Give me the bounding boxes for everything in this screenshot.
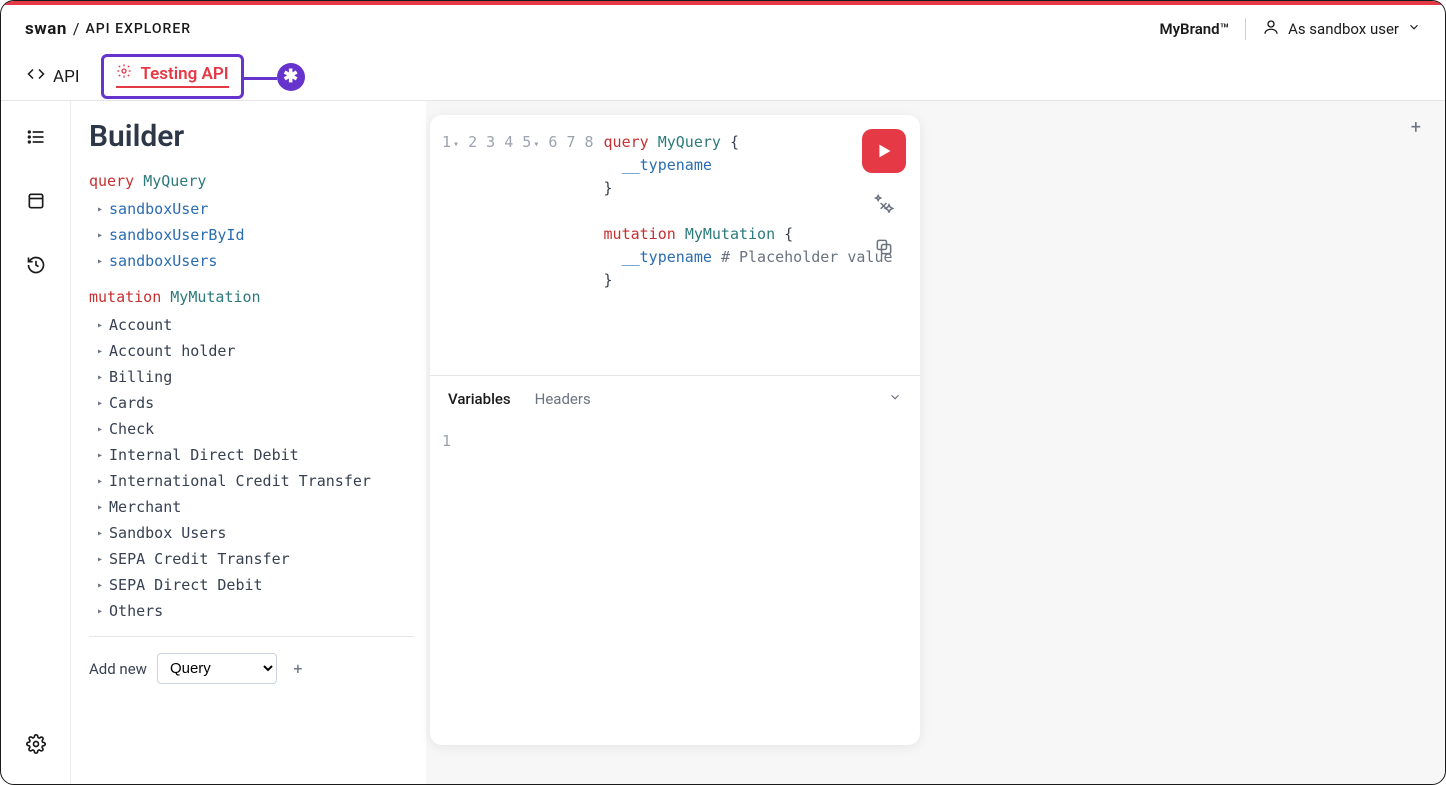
caret-icon: ▸	[97, 320, 103, 331]
user-mode-label: As sandbox user	[1288, 20, 1399, 38]
tab-testing-api[interactable]: Testing API	[116, 63, 228, 88]
query-header: query MyQuery	[89, 172, 414, 190]
app-subtitle: API EXPLORER	[85, 21, 191, 37]
mutation-group-item[interactable]: ▸ SEPA Credit Transfer	[89, 546, 414, 572]
group-name: Internal Direct Debit	[109, 446, 299, 464]
callout-marker: ✱	[277, 63, 305, 91]
variables-editor[interactable]: 1	[430, 422, 920, 745]
chevron-down-icon	[1407, 20, 1421, 38]
group-name: Check	[109, 420, 154, 438]
tab-variables[interactable]: Variables	[448, 390, 511, 408]
caret-icon: ▸	[97, 204, 103, 215]
callout-line	[241, 77, 277, 80]
vars-chevron-icon[interactable]	[888, 390, 902, 408]
tab-testing-label: Testing API	[140, 64, 228, 84]
mutation-group-item[interactable]: ▸ Others	[89, 598, 414, 624]
query-field-item[interactable]: ▸ sandboxUsers	[89, 248, 414, 274]
tab-api[interactable]: API	[23, 57, 83, 96]
canvas: + 1▾ 2 3 4 5▾ 6 7 8 query MyQuery { __ty…	[426, 101, 1445, 784]
group-name: Account	[109, 316, 172, 334]
query-name: MyQuery	[143, 172, 206, 190]
builder-panel: Builder query MyQuery ▸ sandboxUser ▸ sandb…	[71, 101, 426, 784]
add-new-label: Add new	[89, 660, 147, 678]
group-name: Billing	[109, 368, 172, 386]
copy-icon[interactable]	[870, 233, 898, 261]
caret-icon: ▸	[97, 398, 103, 409]
builder-title: Builder	[89, 119, 414, 154]
variables-header: Variables Headers	[430, 375, 920, 422]
vars-gutter: 1	[442, 432, 463, 735]
caret-icon: ▸	[97, 256, 103, 267]
group-name: Sandbox Users	[109, 524, 226, 542]
left-rail	[1, 101, 71, 784]
caret-icon: ▸	[97, 230, 103, 241]
user-icon	[1262, 18, 1280, 40]
tabs-row: API Testing API ✱	[1, 53, 1445, 101]
canvas-add-button[interactable]: +	[1411, 117, 1421, 138]
mutation-name: MyMutation	[170, 288, 260, 306]
mutation-group-item[interactable]: ▸ SEPA Direct Debit	[89, 572, 414, 598]
mutation-keyword: mutation	[89, 288, 161, 306]
add-new-plus[interactable]: +	[287, 658, 309, 680]
brand-name: MyBrand™	[1159, 20, 1229, 38]
group-name: SEPA Credit Transfer	[109, 550, 290, 568]
rail-settings-icon[interactable]	[18, 726, 54, 762]
code-icon	[27, 65, 45, 88]
tab-testing-highlight: Testing API ✱	[101, 54, 243, 99]
caret-icon: ▸	[97, 476, 103, 487]
mutation-group-item[interactable]: ▸ Check	[89, 416, 414, 442]
divider	[1245, 18, 1246, 40]
mutation-group-item[interactable]: ▸ Account	[89, 312, 414, 338]
query-field-item[interactable]: ▸ sandboxUserById	[89, 222, 414, 248]
logo-text: swan	[25, 19, 67, 39]
rail-history-icon[interactable]	[18, 247, 54, 283]
mutation-group-item[interactable]: ▸ Sandbox Users	[89, 520, 414, 546]
group-name: Others	[109, 602, 163, 620]
group-name: Cards	[109, 394, 154, 412]
mutation-group-item[interactable]: ▸ Account holder	[89, 338, 414, 364]
group-name: Merchant	[109, 498, 181, 516]
logo-separator: /	[73, 19, 80, 38]
caret-icon: ▸	[97, 580, 103, 591]
field-name: sandboxUserById	[109, 226, 244, 244]
mutation-group-item[interactable]: ▸ Billing	[89, 364, 414, 390]
caret-icon: ▸	[97, 554, 103, 565]
caret-icon: ▸	[97, 346, 103, 357]
group-name: International Credit Transfer	[109, 472, 371, 490]
logo-block: swan / API EXPLORER	[25, 19, 191, 39]
gear-icon	[116, 63, 132, 84]
query-field-item[interactable]: ▸ sandboxUser	[89, 196, 414, 222]
field-name: sandboxUsers	[109, 252, 217, 270]
field-name: sandboxUser	[109, 200, 208, 218]
rail-archive-icon[interactable]	[18, 183, 54, 219]
caret-icon: ▸	[97, 528, 103, 539]
group-name: Account holder	[109, 342, 235, 360]
code-editor[interactable]: 1▾ 2 3 4 5▾ 6 7 8 query MyQuery { __type…	[430, 115, 920, 375]
prettify-icon[interactable]	[870, 189, 898, 217]
editor-card: 1▾ 2 3 4 5▾ 6 7 8 query MyQuery { __type…	[430, 115, 920, 745]
mutation-group-item[interactable]: ▸ Merchant	[89, 494, 414, 520]
add-new-row: Add new Query +	[89, 636, 414, 700]
mutation-group-item[interactable]: ▸ International Credit Transfer	[89, 468, 414, 494]
run-button[interactable]	[862, 129, 906, 173]
code-content: query MyQuery { __typename } mutation My…	[604, 131, 893, 359]
caret-icon: ▸	[97, 450, 103, 461]
mutation-header: mutation MyMutation	[89, 288, 414, 306]
caret-icon: ▸	[97, 606, 103, 617]
caret-icon: ▸	[97, 502, 103, 513]
mutation-group-item[interactable]: ▸ Cards	[89, 390, 414, 416]
group-name: SEPA Direct Debit	[109, 576, 263, 594]
header: swan / API EXPLORER MyBrand™ As sandbox …	[1, 5, 1445, 53]
query-keyword: query	[89, 172, 134, 190]
caret-icon: ▸	[97, 424, 103, 435]
mutation-group-item[interactable]: ▸ Internal Direct Debit	[89, 442, 414, 468]
rail-builder-icon[interactable]	[18, 119, 54, 155]
tab-headers[interactable]: Headers	[535, 390, 591, 408]
user-mode-selector[interactable]: As sandbox user	[1262, 18, 1421, 40]
caret-icon: ▸	[97, 372, 103, 383]
add-new-select[interactable]: Query	[157, 653, 277, 684]
tab-api-label: API	[53, 67, 79, 87]
line-gutter: 1▾ 2 3 4 5▾ 6 7 8	[442, 131, 604, 359]
